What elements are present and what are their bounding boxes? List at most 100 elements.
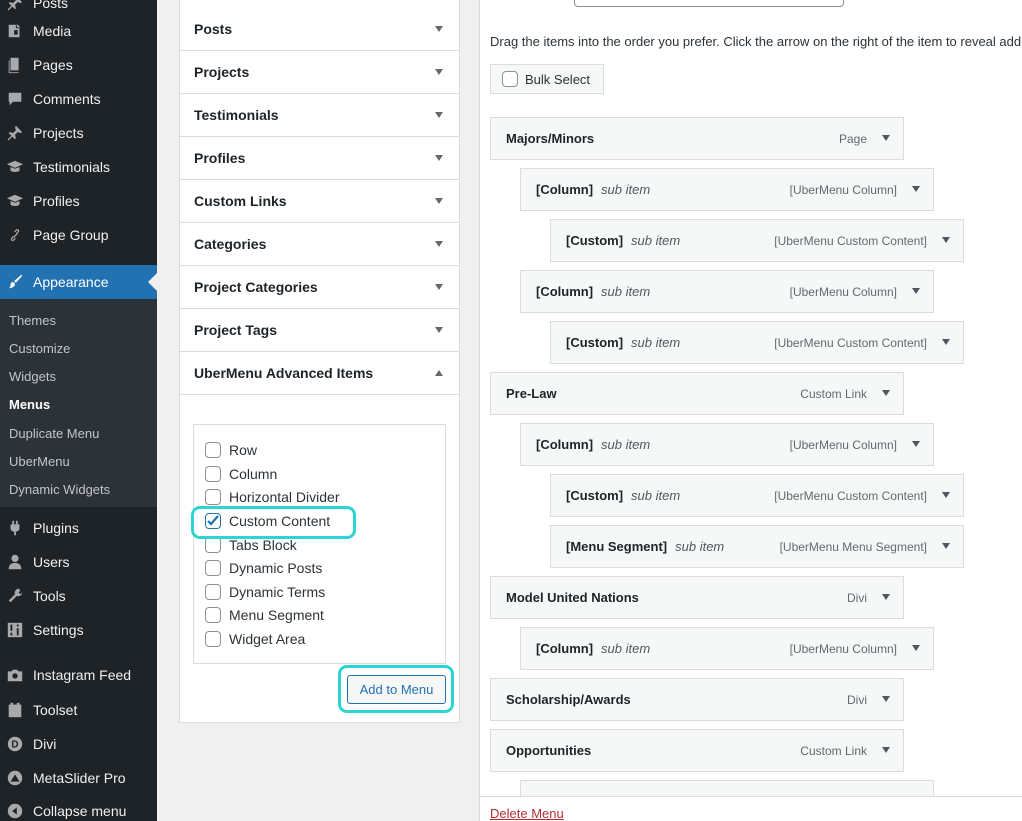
menu-item-custom[interactable]: [Custom] sub item [UberMenu Custom Conte… (550, 219, 964, 262)
submenu-duplicate-menu[interactable]: Duplicate Menu (9, 426, 99, 441)
bulk-select-button[interactable]: Bulk Select (490, 64, 604, 94)
checklist-item-column[interactable]: Column (205, 464, 277, 484)
submenu-widgets[interactable]: Widgets (9, 369, 56, 384)
menu-item-pre-law[interactable]: Pre-Law Custom Link (490, 372, 904, 415)
sidebar-item-comments[interactable]: Comments (0, 82, 157, 116)
current-indicator (148, 273, 157, 291)
accordion-section-project-tags[interactable]: Project Tags (180, 309, 459, 352)
toolset-icon (5, 700, 25, 720)
checkbox[interactable] (205, 442, 221, 458)
checkbox[interactable] (502, 71, 518, 87)
checkbox[interactable] (205, 607, 221, 623)
chevron-down-icon[interactable] (912, 288, 920, 294)
sidebar-item-media[interactable]: Media (0, 14, 157, 48)
sidebar-item-users[interactable]: Users (0, 545, 157, 579)
menu-item-column[interactable]: [Column] sub item [UberMenu Column] (520, 627, 934, 670)
checklist-item-dynamic-terms[interactable]: Dynamic Terms (205, 582, 325, 602)
chevron-down-icon[interactable] (942, 543, 950, 549)
menu-name-field[interactable] (574, 0, 844, 7)
sidebar-item-page-group[interactable]: Page Group (0, 218, 157, 252)
accordion-section-project-categories[interactable]: Project Categories (180, 266, 459, 309)
sidebar-item-plugins[interactable]: Plugins (0, 511, 157, 545)
accordion-section-profiles[interactable]: Profiles (180, 137, 459, 180)
sidebar-item-projects[interactable]: Projects (0, 116, 157, 150)
menu-item-scholarship-awards[interactable]: Scholarship/Awards Divi (490, 678, 904, 721)
checkbox[interactable] (205, 466, 221, 482)
chevron-down-icon[interactable] (942, 492, 950, 498)
delete-menu-link[interactable]: Delete Menu (490, 806, 564, 821)
checklist-item-horizontal-divider[interactable]: Horizontal Divider (205, 487, 339, 507)
chevron-down-icon[interactable] (912, 645, 920, 651)
divi-icon: D (5, 734, 25, 754)
checkbox[interactable] (205, 537, 221, 553)
checklist-item-widget-area[interactable]: Widget Area (205, 629, 305, 649)
accordion-section-categories[interactable]: Categories (180, 223, 459, 266)
checkbox-checked[interactable] (205, 513, 221, 529)
submenu-menus[interactable]: Menus (9, 397, 50, 412)
chevron-up-icon (435, 370, 443, 376)
sidebar-item-metaslider-pro[interactable]: MetaSlider Pro (0, 761, 157, 795)
chevron-down-icon (435, 112, 443, 118)
submenu-themes[interactable]: Themes (9, 313, 56, 328)
sidebar-item-instagram-feed[interactable]: Instagram Feed (0, 658, 157, 692)
sidebar-item-appearance[interactable]: Appearance (0, 265, 157, 299)
paintbrush-icon (5, 272, 25, 292)
chevron-down-icon[interactable] (882, 135, 890, 141)
checklist-item-row[interactable]: Row (205, 440, 257, 460)
accordion-section-posts[interactable]: Posts (180, 8, 459, 51)
menu-instructions: Drag the items into the order you prefer… (490, 34, 1022, 49)
menu-item-model-united-nations[interactable]: Model United Nations Divi (490, 576, 904, 619)
menu-item-column[interactable]: [Column] sub item [UberMenu Column] (520, 423, 934, 466)
accordion-section-testimonials[interactable]: Testimonials (180, 94, 459, 137)
accordion-section-ubermenu-advanced-items[interactable]: UberMenu Advanced Items (180, 352, 459, 395)
menu-item-opportunities[interactable]: Opportunities Custom Link (490, 729, 904, 772)
chevron-down-icon[interactable] (882, 696, 890, 702)
sidebar-item-pages[interactable]: Pages (0, 48, 157, 82)
checklist-item-menu-segment[interactable]: Menu Segment (205, 605, 324, 625)
add-to-menu-button[interactable]: Add to Menu (347, 675, 446, 704)
checkmark-icon (207, 515, 219, 526)
menu-item-column[interactable]: [Column] sub item [UberMenu Column] (520, 270, 934, 313)
chevron-down-icon[interactable] (942, 237, 950, 243)
mortarboard-icon (5, 157, 25, 177)
submenu-customize[interactable]: Customize (9, 341, 70, 356)
accordion-section-projects[interactable]: Projects (180, 51, 459, 94)
menu-item-custom[interactable]: [Custom] sub item [UberMenu Custom Conte… (550, 321, 964, 364)
accordion-section-custom-links[interactable]: Custom Links (180, 180, 459, 223)
collapse-icon (5, 801, 25, 821)
chevron-down-icon (435, 69, 443, 75)
chevron-down-icon (435, 198, 443, 204)
checklist-item-tabs-block[interactable]: Tabs Block (205, 535, 297, 555)
sidebar-item-toolset[interactable]: Toolset (0, 693, 157, 727)
sidebar-item-testimonials[interactable]: Testimonials (0, 150, 157, 184)
chevron-down-icon[interactable] (942, 339, 950, 345)
chevron-down-icon[interactable] (912, 441, 920, 447)
checklist-item-dynamic-posts[interactable]: Dynamic Posts (205, 558, 322, 578)
checkbox[interactable] (205, 631, 221, 647)
submenu-dynamic-widgets[interactable]: Dynamic Widgets (9, 482, 110, 497)
sidebar-item-divi[interactable]: D Divi (0, 727, 157, 761)
wrench-icon (5, 586, 25, 606)
menu-item-column[interactable]: [Column] sub item [UberMenu Column] (520, 168, 934, 211)
sidebar-item-settings[interactable]: Settings (0, 613, 157, 647)
chevron-down-icon[interactable] (882, 390, 890, 396)
collapse-menu-button[interactable]: Collapse menu (0, 794, 157, 821)
submenu-ubermenu[interactable]: UberMenu (9, 454, 70, 469)
chevron-down-icon[interactable] (912, 186, 920, 192)
checkbox[interactable] (205, 584, 221, 600)
chevron-down-icon (435, 26, 443, 32)
checkbox[interactable] (205, 489, 221, 505)
plugin-icon (5, 518, 25, 538)
sidebar-item-tools[interactable]: Tools (0, 579, 157, 613)
sidebar-item-profiles[interactable]: Profiles (0, 184, 157, 218)
menu-item-menu-segment[interactable]: [Menu Segment] sub item [UberMenu Menu S… (550, 525, 964, 568)
menu-item-partial[interactable] (520, 780, 934, 796)
checklist-item-custom-content[interactable]: Custom Content (205, 511, 330, 531)
menu-item-custom[interactable]: [Custom] sub item [UberMenu Custom Conte… (550, 474, 964, 517)
comment-icon (5, 89, 25, 109)
menu-item-majors-minors[interactable]: Majors/Minors Page (490, 117, 904, 160)
checkbox[interactable] (205, 560, 221, 576)
media-icon (5, 21, 25, 41)
chevron-down-icon[interactable] (882, 747, 890, 753)
chevron-down-icon[interactable] (882, 594, 890, 600)
